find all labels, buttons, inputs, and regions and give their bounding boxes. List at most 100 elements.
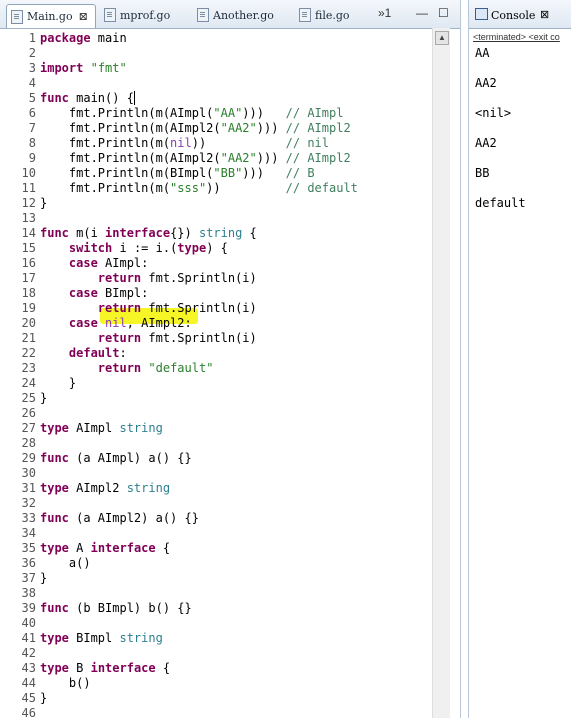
line-number: 11 [21, 181, 36, 195]
line-text: fmt.Println(m(AImpl2("AA2"))) // AImpl2 [40, 151, 351, 165]
code-line[interactable]: 36 a() [0, 556, 432, 571]
code-line[interactable]: 45} [0, 691, 432, 706]
line-number: 12 [21, 196, 36, 210]
code-line[interactable]: 40 [0, 616, 432, 631]
code-line[interactable]: 42 [0, 646, 432, 661]
code-line[interactable]: 32 [0, 496, 432, 511]
code-line[interactable]: 24 } [0, 376, 432, 391]
code-line[interactable]: 22 default: [0, 346, 432, 361]
code-line[interactable]: 35 type A interface { [0, 541, 432, 556]
code-line[interactable]: 19 return fmt.Sprintln(i) [0, 301, 432, 316]
tab-main-go[interactable]: Main.go ⊠ [6, 4, 96, 28]
line-number: 16 [21, 256, 36, 270]
scroll-up-icon[interactable]: ▲ [435, 31, 449, 45]
tab-file-go[interactable]: file.go [295, 4, 365, 26]
code-line[interactable]: 11 fmt.Println(m("sss")) // default [0, 181, 432, 196]
console-tab[interactable]: Console ⊠ [469, 0, 571, 29]
vertical-scrollbar[interactable]: ▲ [432, 28, 450, 718]
close-tab-icon[interactable]: ⊠ [79, 10, 88, 23]
code-line[interactable]: 2 [0, 46, 432, 61]
line-number: 34 [21, 526, 36, 540]
code-line[interactable]: 41 type BImpl string [0, 631, 432, 646]
code-line[interactable]: 10 fmt.Println(m(BImpl("BB"))) // B [0, 166, 432, 181]
line-number: 37 [21, 571, 36, 585]
code-line[interactable]: 46 [0, 706, 432, 721]
tab-label: Another.go [213, 8, 274, 22]
code-line[interactable]: 14 func m(i interface{}) string { [0, 226, 432, 241]
line-text: func main() { [40, 91, 135, 105]
line-text: switch i := i.(type) { [68, 241, 228, 255]
console-status: <terminated> <exit co [473, 32, 560, 42]
line-number: 44 [21, 676, 36, 690]
code-line[interactable]: 30 [0, 466, 432, 481]
code-line[interactable]: 7 fmt.Println(m(AImpl2("AA2"))) // AImpl… [0, 121, 432, 136]
line-text: fmt.Println(m(nil)) // nil [40, 136, 330, 150]
code-line[interactable]: 29 func (a AImpl) a() {} [0, 451, 432, 466]
console-output-line: AA2 [475, 76, 497, 90]
line-text: return fmt.Sprintln(i) [97, 301, 257, 315]
line-number: 42 [21, 646, 36, 660]
editor-pane: Main.go ⊠ mprof.go Another.go file.go »1… [0, 0, 461, 721]
code-line[interactable]: 9 fmt.Println(m(AImpl2("AA2"))) // AImpl… [0, 151, 432, 166]
code-line[interactable]: 31 type AImpl2 string [0, 481, 432, 496]
code-line[interactable]: 21 return fmt.Sprintln(i) [0, 331, 432, 346]
code-line[interactable]: 4 [0, 76, 432, 91]
line-text: } [40, 376, 77, 390]
code-line[interactable]: 20 case nil, AImpl2: [0, 316, 432, 331]
line-text: } [40, 196, 48, 210]
code-line[interactable]: 26 [0, 406, 432, 421]
line-text: } [40, 391, 48, 405]
code-line[interactable]: 6 fmt.Println(m(AImpl("AA"))) // AImpl [0, 106, 432, 121]
line-number: 38 [21, 586, 36, 600]
maximize-button[interactable]: ☐ [438, 6, 449, 20]
code-line[interactable]: 23 return "default" [0, 361, 432, 376]
code-line[interactable]: 18 case BImpl: [0, 286, 432, 301]
code-line[interactable]: 15 switch i := i.(type) { [0, 241, 432, 256]
line-number: 13 [21, 211, 36, 225]
code-line[interactable]: 34 [0, 526, 432, 541]
line-number: 39 [21, 601, 36, 615]
tab-overflow-button[interactable]: »1 [378, 6, 391, 20]
code-line[interactable]: 5 func main() { [0, 91, 432, 106]
tab-mprof-go[interactable]: mprof.go [100, 4, 188, 26]
editor-tab-bar: Main.go ⊠ mprof.go Another.go file.go »1… [0, 0, 460, 29]
code-line[interactable]: 39 func (b BImpl) b() {} [0, 601, 432, 616]
code-area[interactable]: 1 package main 2 3 import "fmt" 4 5 func main()… [0, 31, 432, 721]
console-output-line: <nil> [475, 106, 512, 120]
line-text: import "fmt" [40, 61, 127, 75]
minimize-button[interactable]: — [416, 6, 428, 20]
code-line[interactable]: 3 import "fmt" [0, 61, 432, 76]
line-text: type AImpl2 string [40, 481, 171, 495]
line-text: case nil, AImpl2: [68, 316, 192, 330]
code-line[interactable]: 13 [0, 211, 432, 226]
code-line[interactable]: 28 [0, 436, 432, 451]
tab-another-go[interactable]: Another.go [193, 4, 289, 26]
line-text: } [40, 571, 48, 585]
line-number: 31 [21, 481, 36, 495]
line-number: 18 [21, 286, 36, 300]
code-line[interactable]: 33 func (a AImpl2) a() {} [0, 511, 432, 526]
code-line[interactable]: 38 [0, 586, 432, 601]
close-console-icon[interactable]: ⊠ [540, 8, 549, 21]
line-number: 35 [21, 541, 36, 555]
code-line[interactable]: 43 type B interface { [0, 661, 432, 676]
line-number: 4 [28, 76, 36, 90]
line-text: type AImpl string [40, 421, 163, 435]
code-line[interactable]: 12} [0, 196, 432, 211]
line-text: type BImpl string [40, 631, 163, 645]
code-line[interactable]: 37} [0, 571, 432, 586]
line-text: func (b BImpl) b() {} [40, 601, 192, 615]
line-text: fmt.Println(m(AImpl("AA"))) // AImpl [40, 106, 344, 120]
code-line[interactable]: 8 fmt.Println(m(nil)) // nil [0, 136, 432, 151]
code-line[interactable]: 27 type AImpl string [0, 421, 432, 436]
code-line[interactable]: 44 b() [0, 676, 432, 691]
code-line[interactable]: 1 package main [0, 31, 432, 46]
code-line[interactable]: 16 case AImpl: [0, 256, 432, 271]
console-output-line: AA2 [475, 136, 497, 150]
code-line[interactable]: 25} [0, 391, 432, 406]
line-number: 25 [21, 391, 36, 405]
line-number: 29 [21, 451, 36, 465]
line-number: 45 [21, 691, 36, 705]
line-number: 14 [21, 226, 36, 240]
code-line[interactable]: 17 return fmt.Sprintln(i) [0, 271, 432, 286]
